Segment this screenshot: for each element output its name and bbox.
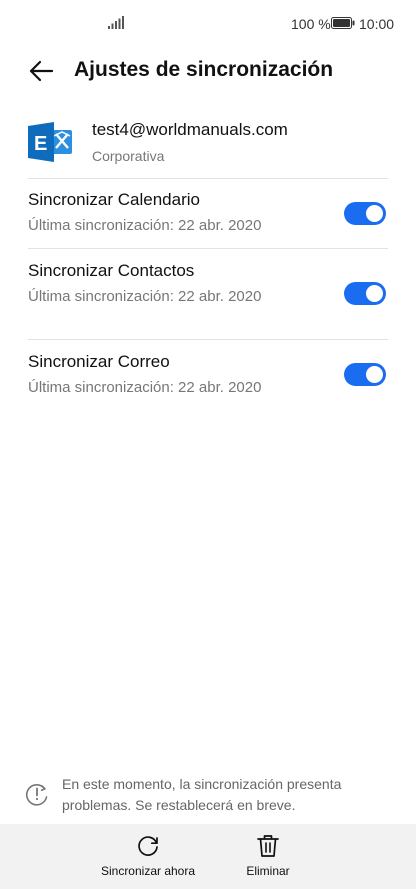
- divider: [28, 339, 388, 340]
- sync-now-button[interactable]: Sincronizar ahora: [98, 824, 198, 889]
- signal-icon: [108, 16, 124, 29]
- sync-row-calendar[interactable]: Sincronizar Calendario Última sincroniza…: [0, 180, 416, 250]
- sync-row-contacts[interactable]: Sincronizar Contactos Última sincronizac…: [0, 251, 416, 321]
- toggle-knob: [366, 285, 383, 302]
- sync-problem-notice: En este momento, la sincronización prese…: [0, 774, 416, 818]
- status-clock: 10:00: [359, 16, 395, 32]
- sync-calendar-last-sync: Última sincronización: 22 abr. 2020: [28, 217, 262, 234]
- page-title: Ajustes de sincronización: [74, 58, 334, 81]
- sync-calendar-toggle[interactable]: [344, 202, 386, 225]
- sync-contacts-label: Sincronizar Contactos: [28, 261, 195, 280]
- sync-row-mail[interactable]: Sincronizar Correo Última sincronización…: [0, 342, 416, 412]
- app-header: Ajustes de sincronización: [0, 48, 416, 98]
- sync-error-icon: [25, 784, 48, 806]
- notice-text: En este momento, la sincronización prese…: [62, 776, 342, 813]
- sync-contacts-toggle[interactable]: [344, 282, 386, 305]
- delete-button[interactable]: Eliminar: [236, 824, 300, 889]
- toggle-knob: [366, 205, 383, 222]
- trash-icon: [257, 835, 279, 857]
- svg-text:E: E: [34, 133, 47, 155]
- toggle-knob: [366, 366, 383, 383]
- divider: [28, 178, 388, 179]
- account-email: test4@worldmanuals.com: [92, 120, 288, 139]
- status-bar: 100 % 10:00: [0, 0, 416, 48]
- sync-contacts-last-sync: Última sincronización: 22 abr. 2020: [28, 288, 262, 305]
- exchange-logo: E: [28, 122, 72, 162]
- sync-mail-last-sync: Última sincronización: 22 abr. 2020: [28, 379, 262, 396]
- back-arrow-icon[interactable]: [28, 58, 54, 84]
- battery-level: 100 %: [291, 16, 331, 32]
- refresh-icon: [138, 836, 158, 856]
- divider: [28, 248, 388, 249]
- sync-mail-label: Sincronizar Correo: [28, 352, 170, 371]
- sync-now-label: Sincronizar ahora: [100, 864, 196, 878]
- sync-calendar-label: Sincronizar Calendario: [28, 190, 200, 209]
- account-info: E test4@worldmanuals.com Corporativa: [0, 110, 416, 178]
- account-type: Corporativa: [92, 148, 165, 164]
- delete-label: Eliminar: [246, 864, 290, 878]
- sync-mail-toggle[interactable]: [344, 363, 386, 386]
- battery-icon: [331, 17, 355, 29]
- bottom-action-bar: Sincronizar ahora Eliminar: [0, 824, 416, 889]
